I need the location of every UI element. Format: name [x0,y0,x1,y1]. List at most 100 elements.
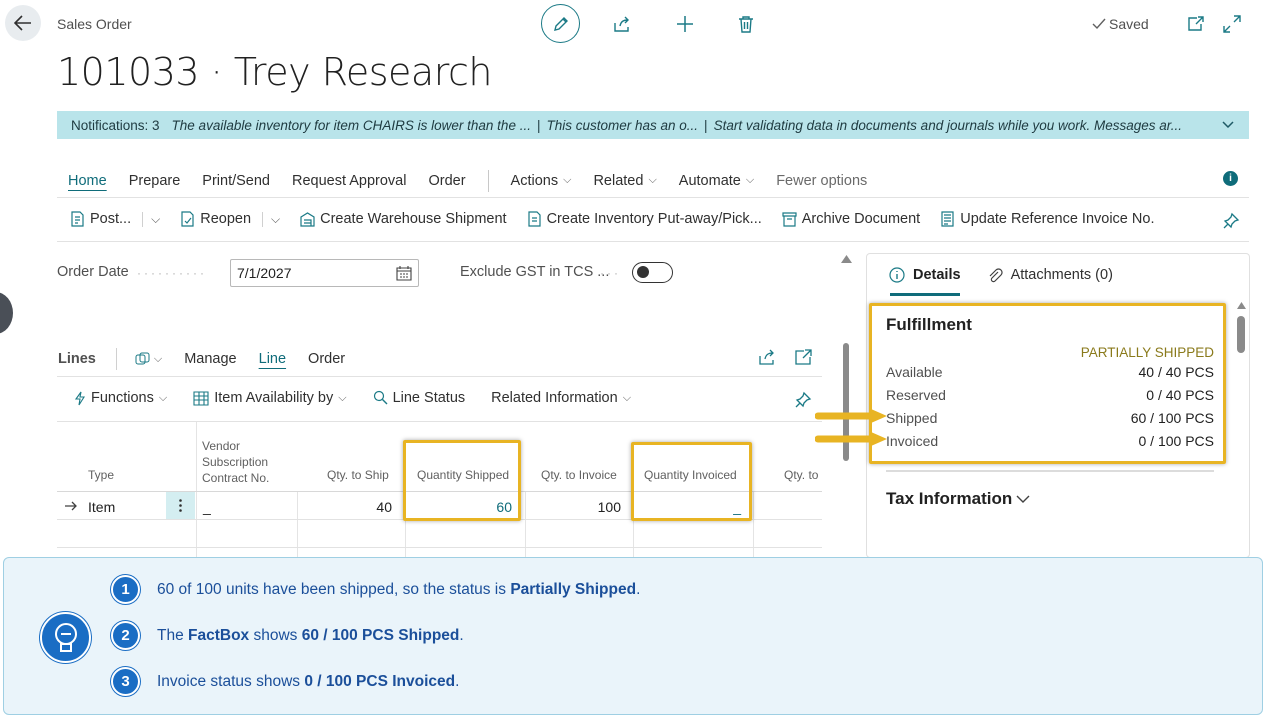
factbox-scroll-up[interactable] [1237,302,1246,309]
notification-message[interactable]: The available inventory for item CHAIRS … [172,118,531,133]
tab-fewer-options[interactable]: Fewer options [776,173,867,189]
row-menu-button[interactable] [166,492,195,519]
factbox-scrollbar[interactable] [1237,316,1245,353]
tab-home[interactable]: Home [68,173,107,189]
tab-details-label: Details [913,267,961,283]
exclude-gst-toggle[interactable] [632,262,673,283]
step-text: . [636,580,641,598]
step-text-bold: 60 / 100 PCS Shipped [301,626,460,644]
create-warehouse-shipment-button[interactable]: Create Warehouse Shipment [300,211,507,227]
highlight-fulfillment [869,303,1226,464]
lines-share-button[interactable] [758,349,776,365]
step-text: The [157,626,189,644]
tab-active-indicator [890,293,960,296]
functions-menu[interactable]: Functions ⌵ [74,390,167,406]
reopen-button[interactable]: Reopen ⌵ [180,211,280,227]
tab-related[interactable]: Related [593,173,656,189]
post-button[interactable]: Post... ⌵ [70,211,160,227]
open-new-window-button[interactable] [1184,12,1208,36]
delete-button[interactable] [734,12,758,36]
notification-bar[interactable]: Notifications: 3 The available inventory… [57,111,1249,139]
lines-expand-button[interactable] [795,349,812,365]
line-status-button[interactable]: Line Status [373,390,466,406]
reopen-dropdown[interactable]: ⌵ [262,211,280,227]
tab-request-approval[interactable]: Request Approval [292,173,406,189]
item-availability-menu[interactable]: Item Availability by ⌵ [193,390,347,406]
lines-view-button[interactable]: ⌵ [135,352,162,366]
info-icon[interactable]: i [1223,171,1238,186]
column-header-vendor-subscription[interactable]: Vendor Subscription Contract No. [202,438,269,486]
breadcrumb[interactable]: Sales Order [57,16,132,32]
column-header-qty-to-ship[interactable]: Qty. to Ship [327,468,389,482]
row-qty-to-ship[interactable]: 40 [300,499,392,515]
column-header-qty-to-invoice[interactable]: Qty. to Invoice [541,468,617,482]
pencil-icon [553,16,568,31]
pin-icon [1223,212,1240,229]
column-header-line: Contract No. [202,471,270,485]
post-icon [71,211,84,227]
lightning-icon [74,391,85,405]
notification-separator: | [536,117,541,133]
inventory-document-icon [527,211,541,227]
step-text: . [459,626,464,644]
lightbulb-icon [40,612,91,663]
step-number: 2 [111,621,140,650]
lines-tab-manage[interactable]: Manage [184,351,236,367]
page-title: 101033 · Trey Research [57,50,492,94]
column-header-type[interactable]: Type [88,468,114,482]
lines-tab-order[interactable]: Order [308,351,345,367]
tab-details[interactable]: Details [889,267,961,283]
column-header-qty-to[interactable]: Qty. to [784,468,818,482]
order-date-field[interactable]: 7/1/2027 [230,259,419,287]
open-new-window-icon [1188,16,1204,31]
tab-print-send[interactable]: Print/Send [202,173,270,189]
side-handle[interactable] [0,292,13,334]
row-qty-to-invoice[interactable]: 100 [528,499,621,515]
tip-step-3: 3 Invoice status shows 0 / 100 PCS Invoi… [111,667,459,696]
step-text-bold: FactBox [188,626,250,644]
arrow-pointer-icon [815,431,889,447]
notification-message[interactable]: This customer has an o... [546,118,698,133]
expand-button[interactable] [1220,12,1244,36]
share-button[interactable] [610,12,634,36]
edit-button[interactable] [541,4,580,43]
row-type[interactable]: Item [88,499,115,515]
update-reference-invoice-button[interactable]: Update Reference Invoice No. [940,211,1154,227]
calendar-icon[interactable] [396,265,412,281]
row-vendor-subscription[interactable]: _ [203,499,211,515]
post-dropdown[interactable]: ⌵ [142,211,160,227]
tax-information-header[interactable]: Tax Information [886,489,1030,509]
lines-tab-line[interactable]: Line [259,351,286,367]
row-current-indicator [64,500,78,512]
item-availability-label: Item Availability by [214,390,334,406]
step-text: shows [249,626,302,644]
post-label: Post... [90,211,132,227]
column-header-line: Vendor [202,439,241,453]
back-button[interactable] [5,5,41,41]
line-status-label: Line Status [392,390,466,406]
archive-document-button[interactable]: Archive Document [782,211,920,227]
archive-document-label: Archive Document [801,211,921,227]
reopen-icon [181,211,194,227]
create-inventory-putaway-button[interactable]: Create Inventory Put-away/Pick... [527,211,762,227]
tab-attachments[interactable]: Attachments (0) [987,267,1113,283]
tab-automate[interactable]: Automate [679,173,754,189]
related-information-menu[interactable]: Related Information ⌵ [491,390,631,406]
create-warehouse-shipment-label: Create Warehouse Shipment [320,211,507,227]
step-text-bold: 0 / 100 PCS Invoiced [304,672,456,690]
factbox-tabs: Details Attachments (0) [889,267,1139,283]
tab-order[interactable]: Order [428,173,465,189]
arrow-left-icon [14,15,31,31]
chevron-down-icon[interactable] [1221,117,1235,131]
scroll-up-button[interactable] [841,255,852,263]
tab-actions[interactable]: Actions [511,173,572,189]
new-button[interactable] [673,12,697,36]
lines-pin-button[interactable] [794,391,812,409]
divider [57,376,822,377]
triangle-up-icon [841,255,852,263]
trash-icon [739,16,753,33]
pin-button[interactable] [1222,212,1240,230]
notification-message[interactable]: Start validating data in documents and j… [714,118,1183,133]
update-reference-invoice-label: Update Reference Invoice No. [960,211,1155,227]
tab-prepare[interactable]: Prepare [129,173,181,189]
